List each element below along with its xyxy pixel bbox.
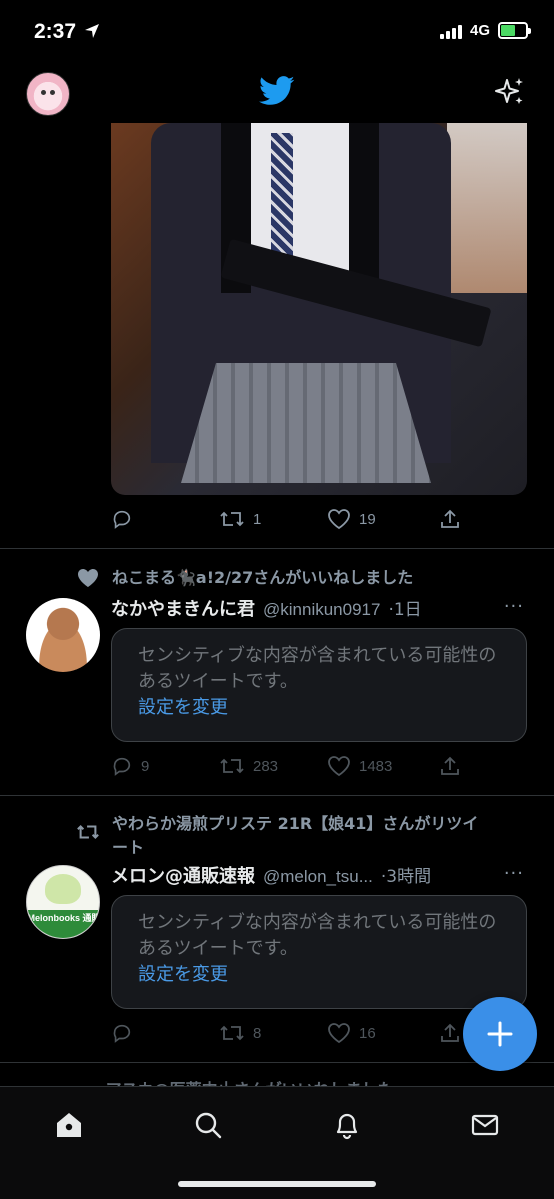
network-type: 4G: [469, 22, 490, 39]
twitter-bird-icon[interactable]: [259, 76, 295, 106]
reply-icon: [113, 757, 131, 776]
share-button[interactable]: [439, 755, 461, 777]
reply-icon: [113, 510, 131, 529]
compose-tweet-button[interactable]: [463, 997, 537, 1071]
nav-search[interactable]: [188, 1105, 228, 1145]
sensitive-content-notice: センシティブな内容が含まれている可能性のあるツイートです。 設定を変更: [111, 895, 527, 1009]
tweet-actions: 8 16: [111, 1018, 471, 1048]
divider: [0, 548, 554, 549]
sensitive-message: センシティブな内容が含まれている可能性のあるツイートです。: [138, 645, 497, 692]
heart-icon: [328, 509, 350, 530]
nav-notifications[interactable]: [327, 1105, 367, 1145]
status-time: 2:37: [34, 20, 100, 44]
tweet-time: ·3時間: [380, 867, 432, 887]
tweet-actions: 9 283 1483: [111, 751, 471, 781]
top-header: [0, 66, 554, 122]
nav-messages[interactable]: [465, 1105, 505, 1145]
author-avatar[interactable]: Melonbooks 通販: [26, 865, 100, 939]
more-options-icon[interactable]: ···: [504, 863, 524, 884]
share-button[interactable]: [439, 508, 461, 530]
reply-button[interactable]: [111, 1022, 219, 1044]
reply-button[interactable]: 9: [111, 755, 219, 777]
retweet-button[interactable]: 1: [219, 508, 327, 530]
retweet-button[interactable]: 8: [219, 1022, 327, 1044]
retweet-button[interactable]: 283: [219, 755, 327, 777]
change-settings-link[interactable]: 設定を変更: [138, 695, 500, 721]
avatar-label: Melonbooks 通販: [27, 910, 99, 938]
social-context[interactable]: ねこまる🐈‍⬛a!2/27さんがいいねしました: [76, 566, 492, 590]
tweet-time: ·1日: [388, 600, 422, 620]
plus-icon: [487, 1021, 513, 1047]
reply-icon: [113, 1024, 131, 1043]
social-context[interactable]: やわらか湯煎プリステ 21R【娘41】さんがリツイート: [76, 812, 492, 860]
more-options-icon[interactable]: ···: [504, 596, 524, 617]
retweet-icon: [220, 511, 244, 527]
sensitive-content-notice: センシティブな内容が含まれている可能性のあるツイートです。 設定を変更: [111, 628, 527, 742]
sparkle-icon[interactable]: [494, 76, 526, 108]
heart-icon: [328, 756, 350, 777]
bell-icon: [336, 1113, 358, 1140]
heart-icon: [328, 1023, 350, 1044]
like-button[interactable]: 19: [327, 508, 439, 530]
share-icon: [441, 1023, 459, 1042]
home-indicator: [178, 1181, 376, 1187]
divider: [0, 1062, 554, 1063]
like-button[interactable]: 16: [327, 1022, 439, 1044]
tweet-header: なかやまきんに君 @kinnikun0917 ·1日: [111, 595, 422, 621]
sensitive-message: センシティブな内容が含まれている可能性のあるツイートです。: [138, 912, 497, 959]
like-button[interactable]: 1483: [327, 755, 439, 777]
tweet-actions: 1 19: [111, 504, 471, 534]
author-handle[interactable]: @kinnikun0917: [263, 600, 380, 620]
tweet-media-photo[interactable]: [111, 123, 527, 495]
retweet-icon: [77, 825, 99, 839]
share-icon: [441, 756, 459, 775]
author-handle[interactable]: @melon_tsu...: [263, 867, 373, 887]
change-settings-link[interactable]: 設定を変更: [138, 962, 500, 988]
author-name[interactable]: メロン@通販速報: [111, 862, 255, 888]
reply-button[interactable]: [111, 508, 219, 530]
share-button[interactable]: [439, 1022, 461, 1044]
tweet-header: メロン@通販速報 @melon_tsu... ·3時間: [111, 862, 431, 888]
share-icon: [441, 509, 459, 528]
home-icon: [57, 1113, 81, 1137]
profile-avatar[interactable]: [26, 72, 70, 116]
battery-charging-icon: [498, 22, 531, 39]
author-avatar[interactable]: [26, 598, 100, 672]
retweet-icon: [220, 758, 244, 774]
mail-icon: [471, 1114, 499, 1136]
divider: [0, 795, 554, 796]
signal-icon: [439, 23, 462, 39]
author-name[interactable]: なかやまきんに君: [111, 595, 255, 621]
retweet-icon: [220, 1025, 244, 1041]
nav-home[interactable]: [49, 1105, 89, 1145]
search-icon: [195, 1112, 222, 1139]
heart-filled-icon: [78, 569, 98, 587]
status-bar: 2:37 4G: [0, 0, 554, 66]
location-arrow-icon: [84, 24, 99, 38]
